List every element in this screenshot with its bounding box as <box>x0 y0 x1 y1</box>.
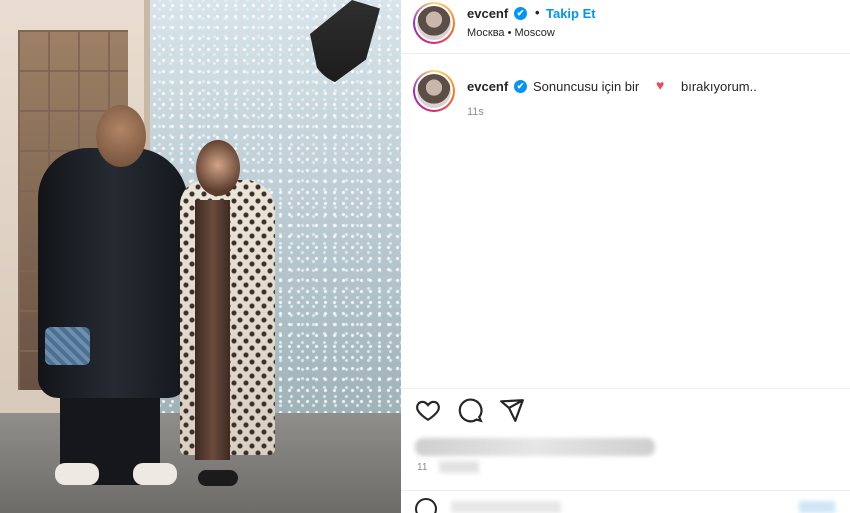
verified-icon: ✔ <box>514 7 527 20</box>
emoji-icon[interactable] <box>415 498 437 513</box>
photo-figure-woman-head <box>196 140 240 196</box>
caption: evcenf ✔ Sonuncusu için bir ♥ bırakıyoru… <box>401 66 850 126</box>
share-icon[interactable] <box>499 397 527 425</box>
date-blurred <box>439 461 479 473</box>
timestamp: 11s <box>467 106 484 118</box>
post-comment-button[interactable] <box>799 501 835 513</box>
caption-username[interactable]: evcenf <box>467 79 508 94</box>
comment-input[interactable] <box>451 501 561 513</box>
heart-icon[interactable] <box>415 397 443 425</box>
photo-bag <box>45 327 90 365</box>
post-date: 11 <box>417 462 428 473</box>
verified-icon: ✔ <box>514 80 527 93</box>
caption-text: Sonuncusu için bir <box>533 79 640 94</box>
photo-shoe <box>133 463 177 485</box>
separator-dot: • <box>535 5 540 20</box>
heart-emoji-icon: ♥ <box>656 77 665 93</box>
photo-figure-woman-dress <box>195 200 230 460</box>
location-link[interactable]: Москва • Moscow <box>467 27 555 39</box>
post-header: evcenf ✔ • Takip Et Москва • Moscow <box>401 0 850 54</box>
caption-text-end: bırakıyorum.. <box>681 79 757 94</box>
comment-icon[interactable] <box>457 397 485 425</box>
photo-shoe <box>55 463 99 485</box>
post-photo[interactable] <box>0 0 401 513</box>
follow-button[interactable]: Takip Et <box>546 6 596 21</box>
action-bar <box>401 388 850 438</box>
avatar[interactable] <box>413 70 455 112</box>
photo-shoe <box>198 470 238 486</box>
avatar[interactable] <box>413 2 455 44</box>
username-link[interactable]: evcenf <box>467 6 508 21</box>
photo-figure-man-head <box>96 105 146 167</box>
likes-count-blurred <box>415 438 655 456</box>
comment-box <box>401 490 850 513</box>
post-panel: evcenf ✔ • Takip Et Москва • Moscow evce… <box>401 0 850 513</box>
